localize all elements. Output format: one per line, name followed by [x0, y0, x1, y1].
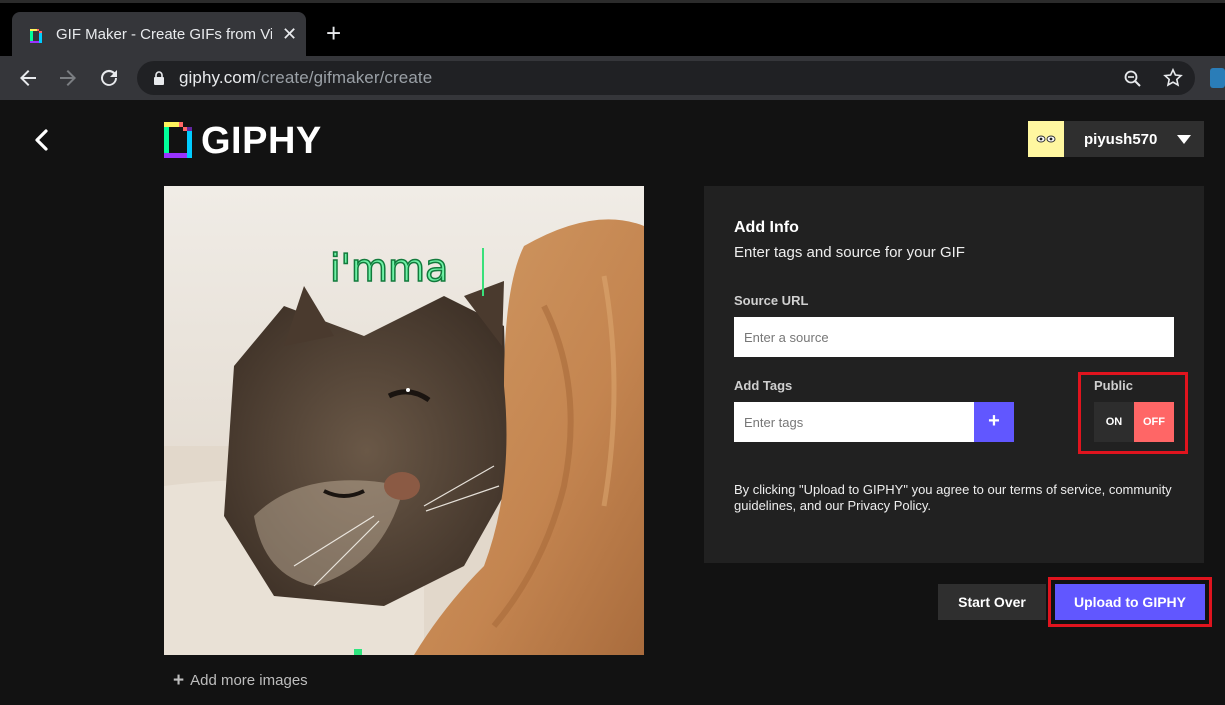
extension-icon[interactable]: [1210, 68, 1225, 88]
zoom-icon[interactable]: [1123, 69, 1143, 89]
url-text: giphy.com/create/gifmaker/create: [179, 68, 433, 87]
page-content: GIPHY piyush570 i'mma + Add more images …: [0, 100, 1225, 705]
browser-toolbar: giphy.com/create/gifmaker/create: [0, 56, 1225, 100]
add-tags-label: Add Tags: [734, 378, 793, 393]
bookmark-star-icon[interactable]: [1163, 68, 1183, 88]
source-url-label: Source URL: [734, 293, 809, 308]
gif-preview: i'mma: [164, 186, 644, 655]
plus-icon: +: [173, 670, 185, 691]
back-chevron-icon[interactable]: [32, 128, 52, 152]
public-label: Public: [1094, 378, 1134, 393]
start-over-button[interactable]: Start Over: [938, 584, 1046, 620]
add-more-images-link[interactable]: + Add more images: [173, 669, 308, 691]
tags-input[interactable]: [734, 402, 974, 442]
user-menu[interactable]: piyush570: [1028, 121, 1204, 157]
add-more-label: Add more images: [190, 672, 308, 689]
cat-photo: i'mma: [164, 186, 644, 655]
avatar-eyes-icon: [1036, 135, 1056, 143]
caret-down-icon: [1177, 135, 1191, 144]
tab-title: GIF Maker - Create GIFs from Vid: [56, 26, 272, 43]
reload-icon[interactable]: [97, 66, 121, 90]
giphy-favicon-icon: [30, 29, 42, 43]
browser-tab[interactable]: GIF Maker - Create GIFs from Vid ✕: [12, 12, 306, 59]
source-url-input[interactable]: [734, 317, 1174, 357]
add-tag-button[interactable]: +: [974, 402, 1014, 442]
browser-tabstrip: GIF Maker - Create GIFs from Vid ✕ +: [0, 0, 1225, 59]
logo-text: GIPHY: [201, 120, 322, 162]
tab-close-icon[interactable]: ✕: [282, 24, 297, 44]
avatar: [1028, 121, 1064, 157]
panel-title: Add Info: [734, 219, 799, 236]
forward-arrow-icon[interactable]: [56, 66, 80, 90]
address-bar[interactable]: giphy.com/create/gifmaker/create: [137, 61, 1195, 95]
add-info-panel: Add Info Enter tags and source for your …: [704, 186, 1204, 563]
public-toggle-off[interactable]: OFF: [1134, 402, 1174, 442]
gif-caption: i'mma: [330, 246, 448, 290]
giphy-logo-icon: [164, 122, 192, 158]
terms-notice: By clicking "Upload to GIPHY" you agree …: [734, 482, 1172, 513]
panel-subtitle: Enter tags and source for your GIF: [734, 244, 965, 261]
public-toggle-on[interactable]: ON: [1094, 402, 1134, 442]
username: piyush570: [1084, 131, 1158, 148]
back-arrow-icon[interactable]: [16, 66, 40, 90]
lock-icon: [154, 71, 164, 85]
new-tab-button[interactable]: +: [326, 20, 341, 46]
upload-button[interactable]: Upload to GIPHY: [1055, 584, 1205, 620]
